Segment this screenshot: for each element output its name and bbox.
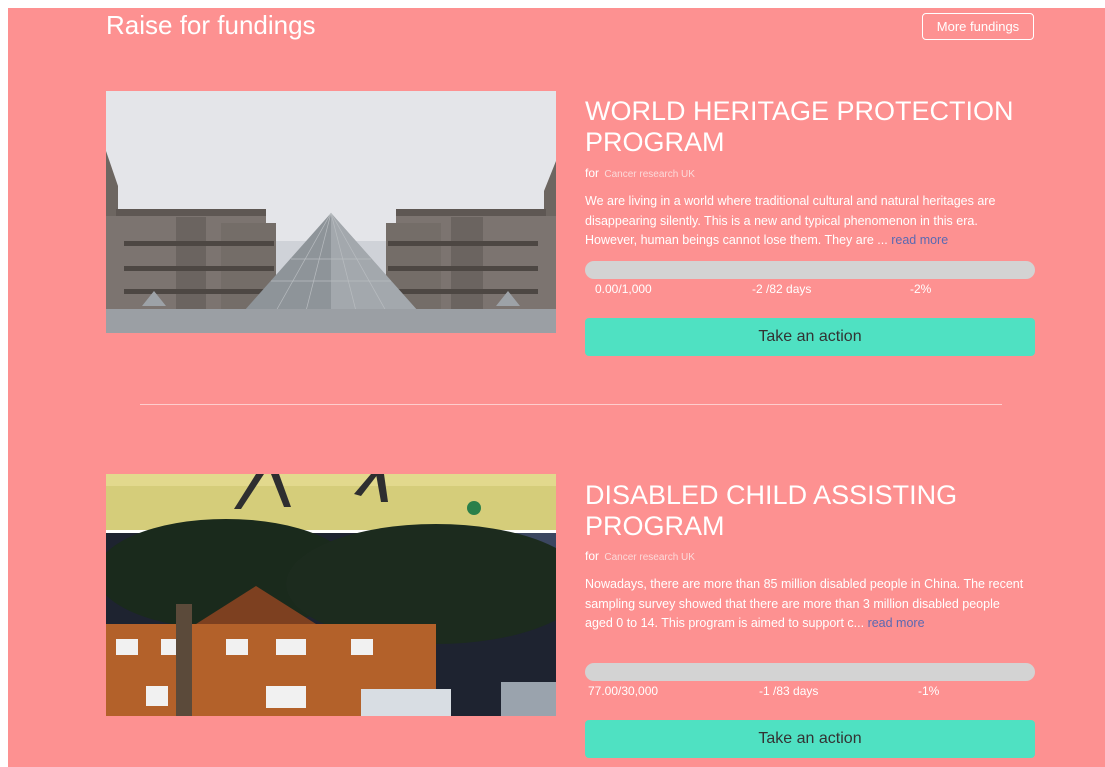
project-description: We are living in a world where tradition… (585, 192, 1025, 251)
organization-name: Cancer research UK (604, 552, 695, 563)
for-label: for (585, 166, 600, 180)
for-label: for (585, 549, 600, 563)
organization-name: Cancer research UK (604, 169, 695, 180)
days-remaining: -1 /83 days (759, 684, 819, 698)
project-beneficiary: for Cancer research UK (585, 166, 695, 180)
progress-bar (585, 261, 1035, 279)
read-more-link[interactable]: read more (891, 233, 948, 247)
divider (140, 404, 1002, 405)
take-action-button[interactable]: Take an action (585, 720, 1035, 758)
progress-bar (585, 663, 1035, 681)
project-image-children[interactable] (106, 474, 556, 716)
children-photo (106, 474, 556, 716)
read-more-link[interactable]: read more (868, 616, 925, 630)
percent-complete: -1% (918, 684, 940, 698)
description-text: Nowadays, there are more than 85 million… (585, 577, 1024, 630)
project-title: WORLD HERITAGE PROTECTION PROGRAM (585, 96, 1014, 157)
take-action-button[interactable]: Take an action (585, 318, 1035, 356)
fundings-section: Raise for fundings More fundings WORLD H… (8, 8, 1105, 767)
days-remaining: -2 /82 days (752, 282, 812, 296)
raised-amount: 0.00/1,000 (595, 282, 652, 296)
project-description: Nowadays, there are more than 85 million… (585, 575, 1025, 634)
more-fundings-button[interactable]: More fundings (922, 13, 1034, 40)
page-title: Raise for fundings (106, 10, 316, 40)
project-title: DISABLED CHILD ASSISTING PROGRAM (585, 480, 958, 541)
project-image-louvre[interactable] (106, 91, 556, 333)
louvre-photo (106, 91, 556, 333)
project-beneficiary: for Cancer research UK (585, 549, 695, 563)
raised-amount: 77.00/30,000 (588, 684, 659, 698)
percent-complete: -2% (910, 282, 932, 296)
